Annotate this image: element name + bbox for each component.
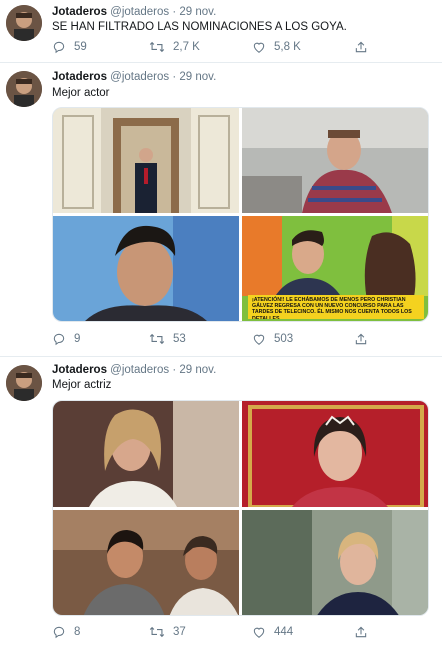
- avatar[interactable]: [6, 71, 42, 107]
- separator-dot: ·: [172, 6, 177, 18]
- media-image-3[interactable]: [53, 216, 239, 321]
- media-image-4[interactable]: ¡ATENCIÓN!! LE ECHÁBAMOS DE MENOS PERO C…: [242, 216, 428, 321]
- share-icon: [354, 40, 368, 54]
- media-grid: [52, 400, 429, 616]
- display-name[interactable]: Jotaderos: [52, 364, 107, 376]
- separator-dot: ·: [172, 364, 177, 376]
- retweet-count: 2,7 K: [173, 41, 200, 53]
- tweet-actions: 9 53 503: [52, 332, 412, 350]
- reply-button[interactable]: 8: [52, 625, 80, 639]
- tweet-text: SE HAN FILTRADO LAS NOMINACIONES A LOS G…: [52, 21, 347, 33]
- media-grid: ¡ATENCIÓN!! LE ECHÁBAMOS DE MENOS PERO C…: [52, 107, 429, 322]
- media-image-2[interactable]: [242, 108, 428, 213]
- tv-banner-text: ¡ATENCIÓN!! LE ECHÁBAMOS DE MENOS PERO C…: [252, 297, 412, 319]
- share-icon: [354, 332, 368, 346]
- share-button[interactable]: [354, 625, 368, 639]
- handle[interactable]: @jotaderos: [110, 71, 169, 83]
- tv-banner: ¡ATENCIÓN!! LE ECHÁBAMOS DE MENOS PERO C…: [248, 295, 424, 319]
- tweet-3[interactable]: Jotaderos @jotaderos · 29 nov. Mejor act…: [0, 357, 442, 653]
- reply-icon: [52, 625, 66, 639]
- media-image-1[interactable]: [53, 108, 239, 213]
- share-icon: [354, 625, 368, 639]
- media-image-4[interactable]: [242, 510, 428, 615]
- retweet-count: 53: [173, 333, 186, 345]
- avatar[interactable]: [6, 5, 42, 41]
- like-count: 503: [274, 333, 294, 345]
- tweet-header: Jotaderos @jotaderos · 29 nov.: [52, 364, 216, 376]
- like-button[interactable]: 444: [252, 625, 293, 639]
- reply-button[interactable]: 59: [52, 40, 87, 54]
- retweet-button[interactable]: 53: [149, 332, 186, 346]
- share-button[interactable]: [354, 40, 368, 54]
- tweet-header: Jotaderos @jotaderos · 29 nov.: [52, 6, 216, 18]
- reply-icon: [52, 40, 66, 54]
- heart-icon: [252, 40, 266, 54]
- retweet-button[interactable]: 2,7 K: [149, 40, 200, 54]
- media-image-3[interactable]: [53, 510, 239, 615]
- like-button[interactable]: 5,8 K: [252, 40, 301, 54]
- reply-count: 8: [74, 626, 81, 638]
- handle[interactable]: @jotaderos: [110, 6, 169, 18]
- heart-icon: [252, 625, 266, 639]
- retweet-button[interactable]: 37: [149, 625, 186, 639]
- tweet-date[interactable]: 29 nov.: [179, 364, 216, 376]
- reply-icon: [52, 332, 66, 346]
- tweet-2[interactable]: Jotaderos @jotaderos · 29 nov. Mejor act…: [0, 63, 442, 356]
- tweet-text: Mejor actriz: [52, 379, 112, 391]
- separator-dot: ·: [172, 71, 177, 83]
- retweet-count: 37: [173, 626, 186, 638]
- tweet-actions: 59 2,7 K 5,8 K: [52, 40, 412, 58]
- handle[interactable]: @jotaderos: [110, 364, 169, 376]
- reply-count: 9: [74, 333, 81, 345]
- retweet-icon: [149, 40, 165, 54]
- tweet-date[interactable]: 29 nov.: [179, 6, 216, 18]
- retweet-icon: [149, 332, 165, 346]
- media-image-2[interactable]: [242, 401, 428, 507]
- display-name[interactable]: Jotaderos: [52, 6, 107, 18]
- like-button[interactable]: 503: [252, 332, 293, 346]
- retweet-icon: [149, 625, 165, 639]
- like-count: 5,8 K: [274, 41, 301, 53]
- media-image-1[interactable]: [53, 401, 239, 507]
- tweet-header: Jotaderos @jotaderos · 29 nov.: [52, 71, 216, 83]
- avatar[interactable]: [6, 365, 42, 401]
- display-name[interactable]: Jotaderos: [52, 71, 107, 83]
- tweet-actions: 8 37 444: [52, 625, 412, 643]
- tweet-text: Mejor actor: [52, 87, 110, 99]
- reply-count: 59: [74, 41, 87, 53]
- tweet-1[interactable]: Jotaderos @jotaderos · 29 nov. SE HAN FI…: [0, 0, 442, 60]
- reply-button[interactable]: 9: [52, 332, 80, 346]
- tweet-date[interactable]: 29 nov.: [179, 71, 216, 83]
- heart-icon: [252, 332, 266, 346]
- share-button[interactable]: [354, 332, 368, 346]
- like-count: 444: [274, 626, 294, 638]
